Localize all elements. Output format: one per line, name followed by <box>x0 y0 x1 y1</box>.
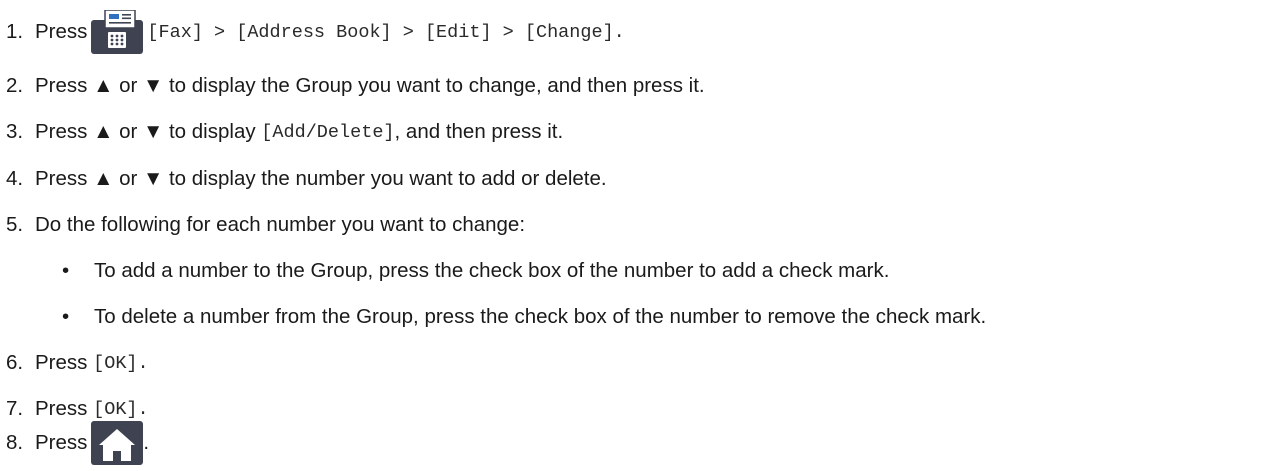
sub-step-text: To delete a number from the Group, press… <box>94 305 987 328</box>
ok-option: [OK]. <box>93 398 149 420</box>
step-text: Press <box>35 431 88 454</box>
step-number: 8. <box>6 431 24 454</box>
step-text: Press ▲ or ▼ to display the number you w… <box>35 167 607 190</box>
step-text: Press ▲ or ▼ to display <box>35 120 262 143</box>
step-6: 6. Press [OK]. <box>6 351 149 375</box>
step-text: Do the following for each number you wan… <box>35 213 526 236</box>
step-number: 2. <box>6 74 24 97</box>
step-4: 4. Press ▲ or ▼ to display the number yo… <box>6 167 607 191</box>
step-number: 3. <box>6 120 24 143</box>
menu-option: [Add/Delete] <box>261 121 395 143</box>
sub-step-1: • To add a number to the Group, press th… <box>62 259 889 283</box>
step-number: 1. <box>6 20 24 43</box>
step-text: Press <box>35 351 88 374</box>
step-number: 7. <box>6 397 24 420</box>
step-text-end: , and then press it. <box>394 120 564 143</box>
step-end: . <box>143 431 150 454</box>
bullet: • <box>62 305 70 328</box>
step-number: 5. <box>6 213 24 236</box>
menu-path: [Fax] > [Address Book] > [Edit] > [Chang… <box>147 21 625 43</box>
step-number: 6. <box>6 351 24 374</box>
sub-step-text: To add a number to the Group, press the … <box>94 259 890 282</box>
step-3: 3. Press ▲ or ▼ to display [Add/Delete] … <box>6 120 563 144</box>
step-8: 8. Press . <box>6 421 149 465</box>
step-text: Press <box>35 20 88 43</box>
sub-step-2: • To delete a number from the Group, pre… <box>62 305 986 329</box>
home-icon <box>91 421 144 465</box>
step-1: 1. Press [Fax] > [Address Book] > [Edit]… <box>6 9 625 54</box>
step-text: Press ▲ or ▼ to display the Group you wa… <box>35 74 705 97</box>
ok-option: [OK]. <box>93 352 149 374</box>
step-number: 4. <box>6 167 24 190</box>
step-2: 2. Press ▲ or ▼ to display the Group you… <box>6 74 705 98</box>
fax-icon <box>91 9 144 54</box>
bullet: • <box>62 259 70 282</box>
step-7: 7. Press [OK]. <box>6 397 149 421</box>
step-text: Press <box>35 397 88 420</box>
step-5: 5. Do the following for each number you … <box>6 213 525 237</box>
